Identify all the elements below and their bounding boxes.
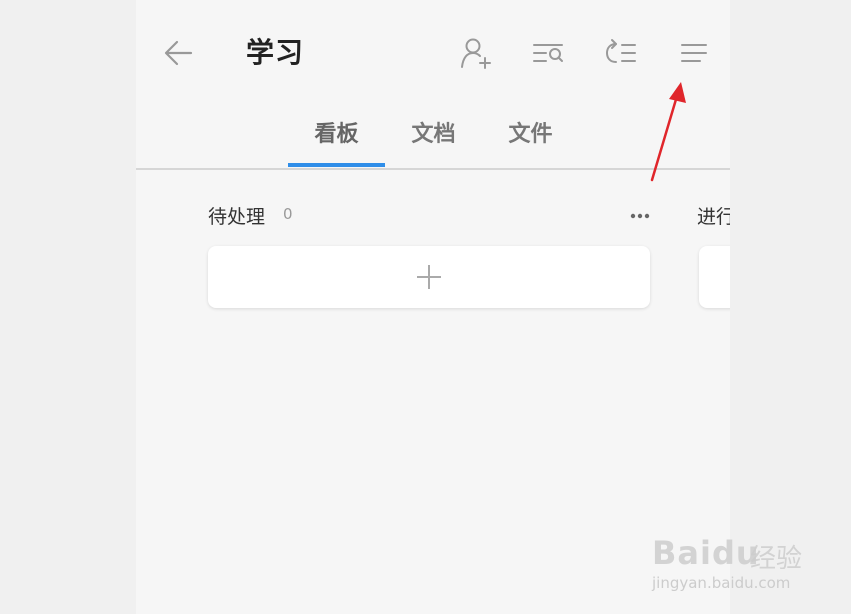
screenshot-stage: 学习 看板 文档 文件 待处理 0 进行 Baidu 经验 jingyan.ba…	[0, 0, 851, 614]
sort-list-icon	[605, 39, 636, 63]
watermark: Baidu 经验 jingyan.baidu.com	[650, 522, 840, 602]
sort-list-button[interactable]	[604, 36, 638, 70]
watermark-brand: Baidu	[652, 534, 760, 572]
add-member-icon	[461, 38, 491, 69]
back-arrow-icon	[164, 40, 193, 66]
plus-icon	[417, 265, 441, 289]
menu-button[interactable]	[677, 36, 711, 70]
watermark-cn: 经验	[750, 544, 803, 574]
active-tab-indicator	[288, 163, 385, 167]
back-button[interactable]	[162, 36, 196, 70]
watermark-url: jingyan.baidu.com	[652, 574, 791, 592]
search-list-button[interactable]	[531, 36, 565, 70]
tab-bar: 看板 文档 文件	[136, 106, 730, 170]
more-horizontal-icon	[630, 213, 650, 219]
board-column-in-progress-title: 进行	[697, 206, 730, 228]
search-list-icon	[533, 44, 563, 62]
add-member-button[interactable]	[458, 36, 492, 70]
tab-documents[interactable]: 文档	[385, 116, 482, 168]
add-task-card-button[interactable]	[208, 246, 650, 308]
menu-icon	[681, 44, 707, 62]
column-more-button[interactable]	[628, 198, 654, 224]
board-column-in-progress-card[interactable]	[699, 246, 730, 308]
column-count: 0	[283, 205, 293, 223]
tab-files[interactable]: 文件	[482, 116, 579, 168]
tab-kanban[interactable]: 看板	[288, 116, 385, 168]
top-bar: 学习	[136, 0, 730, 106]
app-screen: 学习 看板 文档 文件 待处理 0 进行	[136, 0, 730, 614]
column-title: 待处理	[208, 206, 266, 228]
page-title: 学习	[246, 36, 305, 69]
